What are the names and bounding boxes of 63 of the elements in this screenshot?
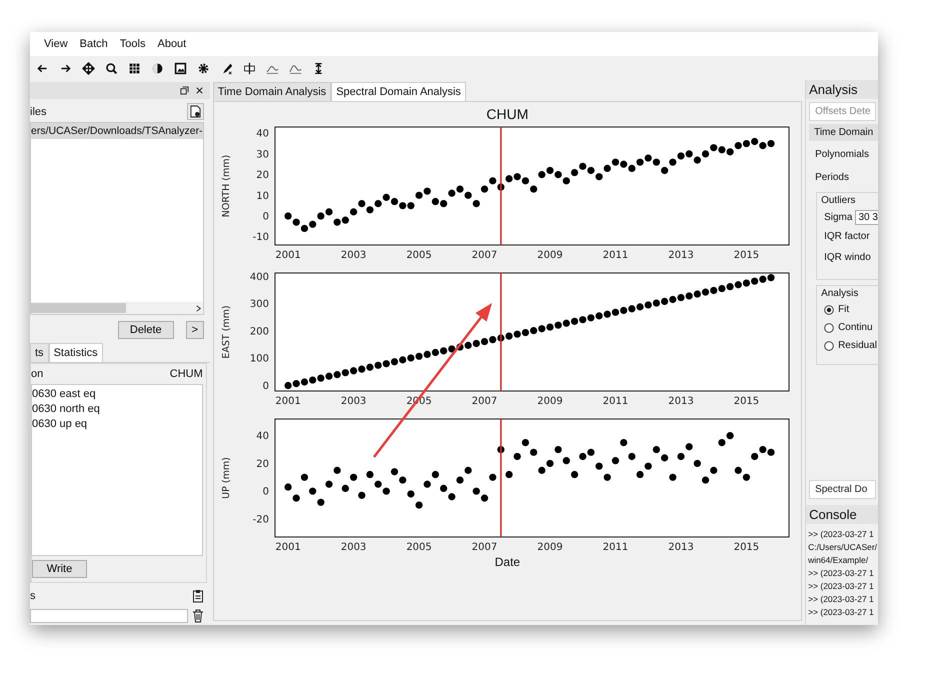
- x-tick-label: 2001: [276, 396, 302, 407]
- console-line: >> (2023-03-27 1: [808, 593, 875, 606]
- console-title: Console: [806, 505, 878, 524]
- option-label: Polynomials: [814, 148, 870, 162]
- y-tick-label: 400: [250, 272, 270, 283]
- console-line: >> (2023-03-27 1: [808, 606, 875, 619]
- y-tick-label: 30: [256, 149, 270, 160]
- console-line: >> (2023-03-27 1: [808, 528, 875, 541]
- y-tick-label: 10: [256, 190, 270, 202]
- notes-label: s: [30, 590, 36, 602]
- x-tick-label: 2007: [472, 250, 498, 261]
- x-tick-label: 2009: [538, 542, 564, 553]
- x-tick-label: 2009: [538, 396, 564, 407]
- console-line: >> (2023-03-27 1: [808, 580, 875, 593]
- x-tick-label: 2007: [472, 396, 498, 407]
- x-tick-label: 2009: [538, 250, 564, 261]
- x-tick-label: 2003: [341, 396, 367, 407]
- option-label: Periods: [814, 171, 850, 185]
- y-axis-label: EAST (mm): [221, 305, 232, 359]
- y-tick-label: 40: [256, 431, 270, 442]
- y-tick-label: 0: [263, 486, 270, 498]
- x-tick-label: 2013: [668, 250, 694, 261]
- y-tick-label: 300: [250, 299, 270, 310]
- x-tick-label: 2005: [406, 250, 432, 261]
- y-tick-label: 20: [256, 170, 270, 182]
- group-title: Analysis: [821, 288, 860, 299]
- x-tick-label: 2013: [668, 396, 694, 407]
- y-tick-label: 20: [256, 458, 270, 470]
- x-tick-label: 2015: [734, 542, 760, 553]
- x-tick-label: 2003: [341, 250, 367, 261]
- x-tick-label: 2013: [668, 542, 694, 553]
- group-title: Outliers: [821, 195, 857, 206]
- iqr-window-label: IQR windo: [824, 252, 872, 263]
- sigma-label: Sigma: [824, 212, 852, 223]
- console-line: win64/Example/: [808, 554, 870, 567]
- chart-title: CHUM: [486, 105, 528, 123]
- x-tick-label: 2001: [276, 542, 302, 553]
- x-tick-label: 2015: [734, 250, 760, 261]
- y-tick-label: 200: [250, 326, 270, 338]
- y-tick-label: -10: [253, 232, 270, 244]
- y-axis-label: NORTH (mm): [221, 154, 232, 218]
- y-axis-label: UP (mm): [221, 457, 232, 499]
- x-tick-label: 2001: [276, 250, 302, 261]
- column-header: on: [31, 368, 44, 380]
- y-tick-label: 0: [263, 212, 270, 223]
- y-tick-label: 40: [256, 128, 270, 140]
- x-tick-label: 2003: [341, 542, 367, 553]
- iqr-factor-label: IQR factor: [824, 231, 871, 242]
- y-tick-label: 0: [263, 381, 270, 392]
- x-tick-label: 2015: [734, 396, 760, 407]
- x-tick-label: 2007: [472, 542, 498, 553]
- column-header: CHUM: [170, 368, 203, 380]
- x-tick-label: 2011: [603, 250, 629, 261]
- y-tick-label: -20: [253, 514, 270, 526]
- x-tick-label: 2005: [406, 542, 432, 553]
- y-tick-label: 100: [250, 354, 270, 365]
- files-label: iles: [30, 106, 47, 118]
- x-tick-label: 2011: [603, 396, 629, 407]
- x-tick-label: 2011: [603, 542, 629, 553]
- panel-title: Analysis: [806, 80, 878, 99]
- console-line: C:/Users/UCASer/: [808, 541, 876, 554]
- x-axis-label: Date: [494, 555, 520, 569]
- console-line: >> (2023-03-27 1: [808, 567, 875, 580]
